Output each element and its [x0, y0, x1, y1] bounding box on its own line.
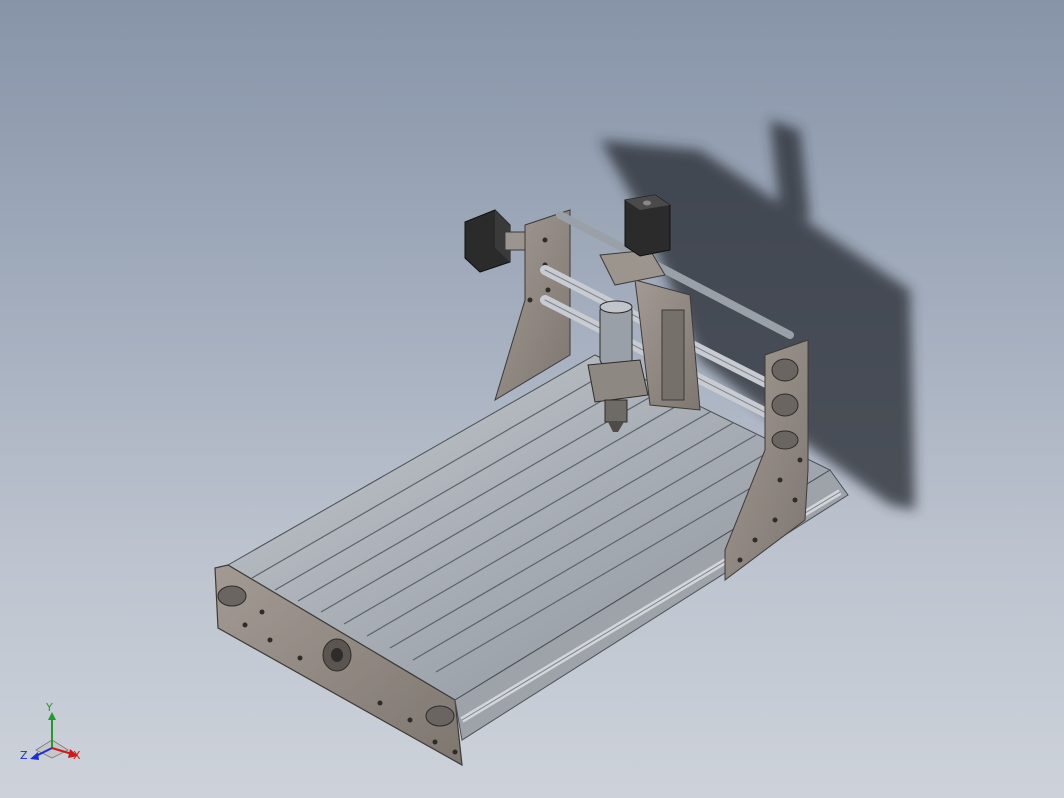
graphics-viewport[interactable]: Y X Z	[0, 0, 1064, 798]
x-stepper-motor	[464, 209, 526, 273]
z-stepper-motor	[624, 194, 671, 257]
triad-x-label: X	[73, 749, 81, 762]
view-orientation-triad[interactable]: Y X Z	[18, 702, 88, 772]
triad-y-label: Y	[46, 701, 53, 714]
triad-z-label: Z	[20, 749, 28, 762]
cnc-router-model[interactable]	[0, 0, 1064, 798]
